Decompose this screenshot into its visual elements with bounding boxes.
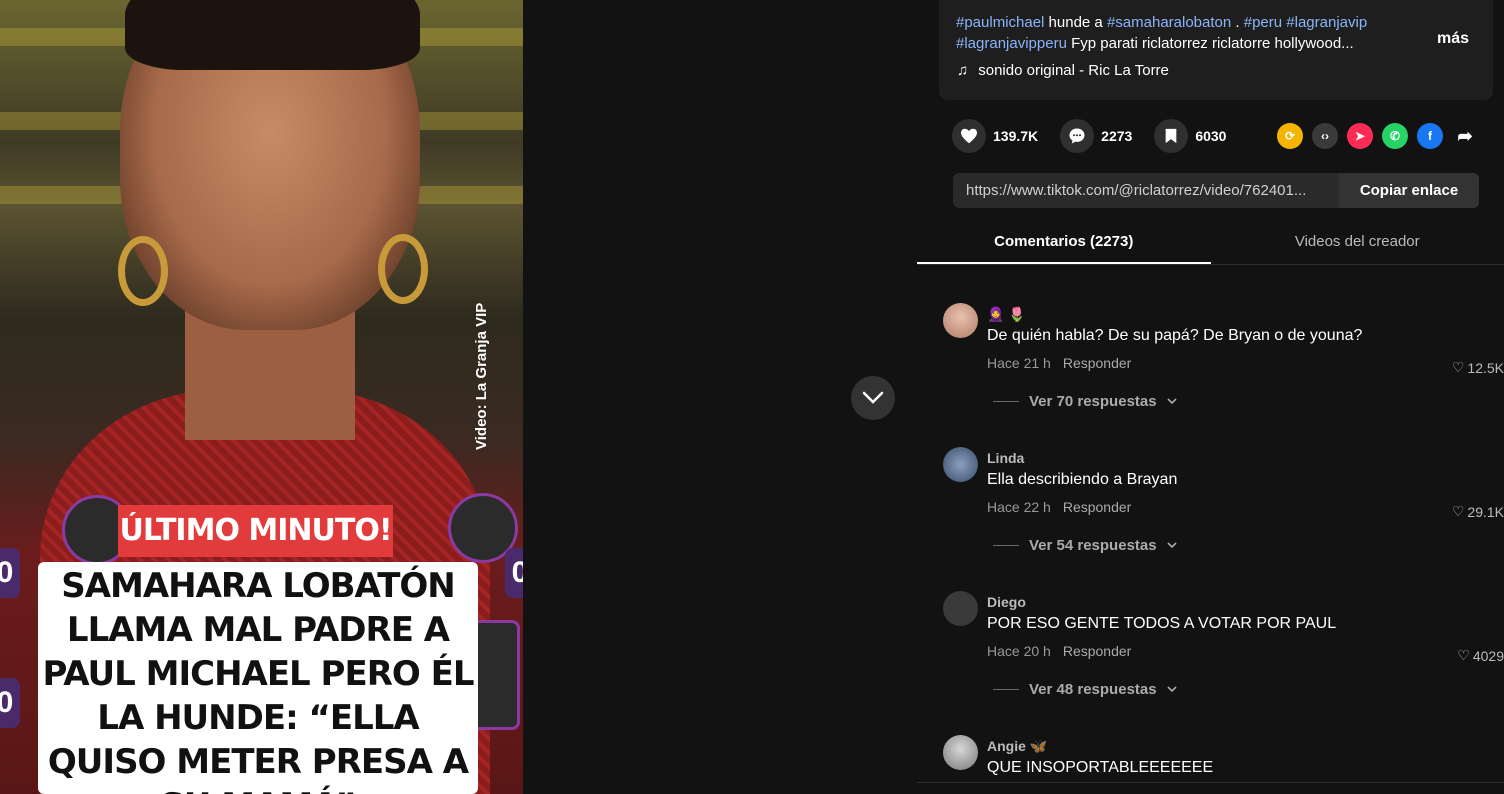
hashtag-link[interactable]: #lagranjavip (1286, 14, 1367, 31)
comment-like-count: 12.5K (1467, 359, 1504, 376)
comment-meta: Hace 20 h Responder (987, 643, 1131, 659)
comment-like-button[interactable]: ♡ 29.1K (1452, 503, 1504, 520)
avatar[interactable] (943, 591, 978, 626)
action-bar: 139.7K 2273 6030 (952, 118, 1248, 154)
reply-button[interactable]: Responder (1063, 355, 1132, 371)
hashtag-link[interactable]: #samaharalobaton (1107, 14, 1231, 31)
heart-outline-icon: ♡ (1457, 647, 1470, 663)
view-replies-label: Ver 48 respuestas (1029, 681, 1157, 698)
avatar[interactable] (943, 735, 978, 770)
divider (993, 401, 1019, 402)
video-url-field[interactable]: https://www.tiktok.com/@riclatorrez/vide… (953, 182, 1339, 199)
divider (993, 545, 1019, 546)
comment-time: Hace 22 h (987, 499, 1051, 515)
chevron-down-icon (1167, 398, 1177, 405)
view-replies-button[interactable]: Ver 54 respuestas (993, 537, 1177, 554)
tab-comments[interactable]: Comentarios (2273) (917, 220, 1211, 264)
chevron-down-icon (1167, 686, 1177, 693)
comment-text: Ella describiendo a Brayan (987, 471, 1178, 488)
hashtag-link[interactable]: #peru (1244, 14, 1282, 31)
earring-right (378, 234, 428, 304)
facebook-icon[interactable]: f (1417, 123, 1443, 149)
like-button[interactable]: 139.7K (952, 119, 1038, 153)
view-replies-button[interactable]: Ver 70 respuestas (993, 393, 1177, 410)
chevron-down-icon (862, 391, 884, 404)
earring-left (118, 236, 168, 306)
comment-like-button[interactable]: ♡ 4029 (1457, 647, 1504, 664)
hashtag-link[interactable]: #paulmichael (956, 14, 1044, 31)
comment-username[interactable]: 🧕 🌷 (987, 306, 1026, 323)
view-replies-button[interactable]: Ver 48 respuestas (993, 681, 1177, 698)
comment-bubble-icon (1060, 119, 1095, 153)
copy-link-button[interactable]: Copiar enlace (1339, 173, 1479, 208)
comment-count: 2273 (1101, 128, 1133, 144)
tab-bar: Comentarios (2273) Videos del creador (917, 220, 1504, 265)
send-icon[interactable]: ➤ (1347, 123, 1373, 149)
comment-like-button[interactable]: ♡ 12.5K (1452, 359, 1504, 376)
description-text: hunde a (1044, 14, 1107, 31)
comment-time: Hace 21 h (987, 355, 1051, 371)
comment-like-count: 4029 (1472, 647, 1504, 664)
comment-username[interactable]: Diego (987, 594, 1026, 610)
chevron-down-icon (1167, 542, 1177, 549)
tiktok-video-page: Video: La Granja VIP 0 0 0 ÚLTIMO MINUTO… (0, 0, 1504, 794)
divider (917, 782, 1504, 783)
description-text: Fyp parati riclatorrez riclatorre hollyw… (1066, 35, 1354, 52)
comment-meta: Hace 21 h Responder (987, 355, 1131, 371)
heart-outline-icon: ♡ (1451, 359, 1465, 375)
comment-username[interactable]: Linda (987, 450, 1024, 466)
sound-name: sonido original - Ric La Torre (978, 62, 1169, 79)
description-line-1: #paulmichael hunde a #samaharalobaton . … (956, 12, 1476, 33)
vote-counter: 0 (0, 548, 20, 598)
avatar[interactable] (943, 303, 978, 338)
video-player[interactable]: Video: La Granja VIP 0 0 0 ÚLTIMO MINUTO… (0, 0, 523, 794)
repost-icon[interactable]: ⟳ (1277, 123, 1303, 149)
share-icons: ⟳ ‹› ➤ ✆ f ➦ (1277, 123, 1478, 149)
music-note-icon: ♫ (957, 62, 969, 79)
save-button[interactable]: 6030 (1154, 119, 1226, 153)
sound-link[interactable]: ♫ sonido original - Ric La Torre (957, 62, 1169, 79)
whatsapp-icon[interactable]: ✆ (1382, 123, 1408, 149)
comment-text: De quién habla? De su papá? De Bryan o d… (987, 327, 1363, 344)
heart-icon (952, 119, 986, 153)
comment-time: Hace 20 h (987, 643, 1051, 659)
bookmark-icon (1154, 119, 1189, 153)
reply-button[interactable]: Responder (1063, 499, 1132, 515)
heart-outline-icon: ♡ (1451, 503, 1465, 519)
reply-button[interactable]: Responder (1063, 643, 1132, 659)
tab-creator-videos[interactable]: Videos del creador (1211, 220, 1504, 264)
video-description: #paulmichael hunde a #samaharalobaton . … (939, 0, 1493, 100)
video-link-bar: https://www.tiktok.com/@riclatorrez/vide… (953, 173, 1479, 208)
view-replies-label: Ver 54 respuestas (1029, 537, 1157, 554)
like-count: 139.7K (993, 128, 1039, 144)
video-person-hair (125, 0, 420, 70)
comment-button[interactable]: 2273 (1060, 119, 1132, 153)
more-button[interactable]: más (1437, 30, 1469, 48)
save-count: 6030 (1195, 128, 1227, 144)
vote-counter: 0 (0, 678, 20, 728)
breaking-news-badge: ÚLTIMO MINUTO! (118, 505, 393, 557)
comment-username[interactable]: Angie 🦋 (987, 738, 1047, 755)
avatar[interactable] (943, 447, 978, 482)
vote-counter: 0 (505, 548, 523, 598)
comment-like-count: 29.1K (1467, 503, 1504, 520)
video-headline: SAMAHARA LOBATÓN LLAMA MAL PADRE A PAUL … (38, 562, 478, 794)
share-arrow-icon[interactable]: ➦ (1452, 123, 1478, 149)
video-credit: Video: La Granja VIP (473, 302, 490, 450)
comment-text: QUE INSOPORTABLEEEEEEE (987, 759, 1214, 776)
description-line-2: #lagranjavipperu Fyp parati riclatorrez … (956, 33, 1476, 54)
comment-text: POR ESO GENTE TODOS A VOTAR POR PAUL (987, 615, 1337, 632)
hashtag-link[interactable]: #lagranjavipperu (956, 35, 1067, 52)
description-text: . (1231, 14, 1244, 31)
comment-meta: Hace 22 h Responder (987, 499, 1131, 515)
view-replies-label: Ver 70 respuestas (1029, 393, 1157, 410)
embed-icon[interactable]: ‹› (1312, 123, 1338, 149)
divider (993, 689, 1019, 690)
next-video-button[interactable] (851, 376, 895, 420)
